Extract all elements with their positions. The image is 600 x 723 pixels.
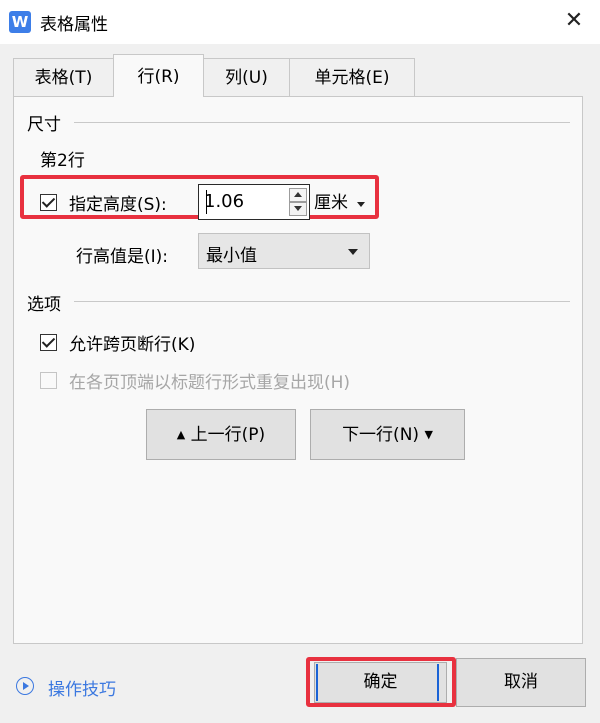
spin-down-button[interactable] [289, 202, 307, 216]
arrow-down-icon [294, 206, 302, 211]
tab-table[interactable]: 表格(T) [13, 58, 114, 96]
ok-button[interactable]: 确定 [314, 662, 447, 703]
tab-column[interactable]: 列(U) [203, 58, 290, 96]
focus-indicator-left [316, 664, 318, 701]
arrow-up-icon [294, 192, 302, 197]
arrow-up-icon: ▲ [176, 428, 186, 441]
previous-row-button[interactable]: ▲ 上一行(P) [146, 409, 296, 460]
next-row-label: 下一行(N) [342, 425, 420, 445]
row-height-rule-value: 最小值 [206, 246, 257, 266]
next-row-button[interactable]: 下一行(N) ▼ [310, 409, 465, 460]
size-section-heading: 尺寸 [27, 115, 61, 135]
specify-height-checkbox[interactable] [40, 194, 57, 211]
tips-label: 操作技巧 [48, 680, 116, 700]
size-section-divider [74, 122, 570, 123]
spin-up-button[interactable] [289, 188, 307, 202]
dropdown-arrow-icon[interactable] [357, 202, 365, 207]
options-section-divider [74, 301, 570, 302]
height-value: 1.06 [204, 191, 245, 212]
specify-height-label: 指定高度(S): [69, 195, 167, 215]
row-height-rule-select[interactable]: 最小值 [198, 233, 370, 269]
height-unit-select[interactable]: 厘米 [314, 188, 348, 213]
focus-indicator-right [437, 664, 439, 701]
cancel-button[interactable]: 取消 [456, 658, 586, 707]
window-title: 表格属性 [40, 15, 108, 35]
row-number-label: 第2行 [40, 151, 85, 171]
wps-writer-icon: W [9, 11, 31, 33]
row-height-is-label: 行高值是(I): [76, 247, 169, 267]
options-section-heading: 选项 [27, 295, 61, 315]
allow-break-checkbox[interactable] [40, 334, 57, 351]
arrow-down-icon: ▼ [424, 428, 433, 441]
title-bar: W 表格属性 ✕ [0, 0, 600, 44]
repeat-header-label: 在各页顶端以标题行形式重复出现(H) [69, 373, 351, 393]
previous-row-label: 上一行(P) [190, 425, 266, 445]
repeat-header-checkbox[interactable] [40, 372, 57, 389]
height-value-input[interactable]: 1.06 [198, 184, 310, 220]
close-icon[interactable]: ✕ [562, 8, 586, 34]
tab-cell[interactable]: 单元格(E) [289, 58, 415, 96]
allow-break-label: 允许跨页断行(K) [69, 335, 196, 355]
tab-row[interactable]: 行(R) [113, 54, 204, 97]
play-circle-icon [16, 677, 34, 695]
chevron-down-icon [348, 249, 358, 255]
